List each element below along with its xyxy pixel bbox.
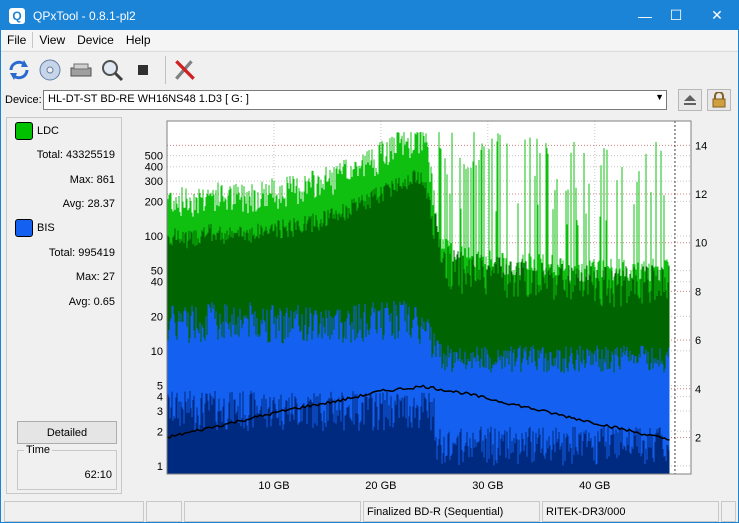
status-cell-2 <box>146 501 182 522</box>
ldc-max-label: Max: <box>69 174 94 186</box>
menu-file[interactable]: File <box>1 33 32 47</box>
y-left-tick-label: 2 <box>157 426 163 438</box>
menu-device[interactable]: Device <box>71 33 120 47</box>
y-left-tick-label: 5 <box>157 381 163 393</box>
disc-icon <box>39 59 61 80</box>
device-select[interactable]: HL-DT-ST BD-RE WH16NS48 1.D3 [ G: ] ▼ <box>43 90 667 110</box>
window-title: QPxTool - 0.8.1-pl2 <box>33 8 136 23</box>
x-tick-label: 40 GB <box>579 480 610 492</box>
y-left-tick-label: 500 <box>145 151 163 163</box>
ldc-label: LDC <box>37 125 60 137</box>
scan-button[interactable] <box>98 56 126 84</box>
device-bar: Device: HL-DT-ST BD-RE WH16NS48 1.D3 [ G… <box>1 88 738 114</box>
chevron-down-icon: ▼ <box>655 92 664 102</box>
time-group: Time 62:10 <box>17 444 117 490</box>
eject-icon <box>684 95 696 105</box>
y-left-tick-label: 4 <box>157 392 163 404</box>
ldc-max-value: 861 <box>96 174 115 186</box>
stats-panel: LDC Total: 43325519 Max: 861 Avg: 28.37 … <box>6 117 122 494</box>
ldc-avg: Avg: 28.37 <box>63 198 115 210</box>
legend-bis: BIS <box>15 219 55 237</box>
y-right-tick-label: 6 <box>695 335 701 347</box>
bis-avg-value: 0.65 <box>93 296 115 308</box>
toolbar-separator <box>165 55 166 84</box>
menu-help[interactable]: Help <box>120 33 157 47</box>
title-bar: Q QPxTool - 0.8.1-pl2 — ☐ ✕ <box>1 1 738 30</box>
refresh-icon <box>9 59 29 80</box>
chart-area: 1 2 3 4 5 10 20 40 50 100 200 300 400 500 2 4 6 8 10 12 14 10… <box>125 117 735 494</box>
app-window: Q QPxTool - 0.8.1-pl2 — ☐ ✕ File View De… <box>0 0 739 523</box>
y-right-tick-label: 8 <box>695 286 701 298</box>
ldc-max: Max: 861 <box>70 174 115 186</box>
eject-button[interactable] <box>678 89 702 111</box>
close-button[interactable]: ✕ <box>694 1 739 30</box>
bis-max-label: Max: <box>75 271 100 283</box>
y-left-tick-label: 400 <box>145 162 163 174</box>
y-left-tick-label: 3 <box>157 406 163 418</box>
y-right-tick-label: 14 <box>695 140 707 152</box>
status-cell-blank <box>184 501 361 522</box>
size-grip[interactable] <box>721 501 736 522</box>
y-right-tick-label: 10 <box>695 238 707 250</box>
ldc-bis-chart: 1234510204050100200300400500246810121410… <box>145 120 707 492</box>
time-value: 62:10 <box>84 469 112 481</box>
bis-avg-label: Avg: <box>68 296 91 308</box>
y-right-tick-label: 2 <box>695 432 701 444</box>
tools-icon <box>175 59 195 80</box>
bis-avg: Avg: 0.65 <box>69 296 115 308</box>
disc-info-button[interactable] <box>36 56 64 84</box>
bis-total-label: Total: <box>48 247 76 259</box>
ldc-avg-value: 28.37 <box>87 198 115 210</box>
y-left-tick-label: 1 <box>157 461 163 473</box>
detailed-button[interactable]: Detailed <box>17 421 117 444</box>
magnifier-icon <box>102 59 124 81</box>
bis-total-value: 995419 <box>78 247 115 259</box>
ldc-color-swatch <box>15 122 33 140</box>
status-disc-type: Finalized BD-R (Sequential) <box>363 501 540 522</box>
bis-label: BIS <box>37 222 55 234</box>
status-cell-1 <box>4 501 144 522</box>
settings-button[interactable] <box>171 56 199 84</box>
time-label: Time <box>24 444 53 456</box>
legend-ldc: LDC <box>15 122 59 140</box>
status-media-id: RITEK-DR3/000 <box>542 501 719 522</box>
device-info-button[interactable] <box>67 56 95 84</box>
bis-max-value: 27 <box>102 271 115 283</box>
y-left-tick-label: 100 <box>145 231 163 243</box>
ldc-avg-label: Avg: <box>62 198 85 210</box>
x-tick-label: 30 GB <box>472 480 503 492</box>
y-left-tick-label: 40 <box>151 277 163 289</box>
bis-total: Total: 995419 <box>49 247 115 259</box>
device-label: Device: <box>5 94 42 106</box>
x-tick-label: 20 GB <box>365 480 396 492</box>
qpxtool-app-icon: Q <box>9 7 25 24</box>
stop-button[interactable] <box>129 56 157 84</box>
stop-icon <box>138 64 148 75</box>
lock-button[interactable] <box>707 89 731 111</box>
y-left-tick-label: 50 <box>151 266 163 278</box>
maximize-button[interactable]: ☐ <box>653 1 699 30</box>
bis-color-swatch <box>15 219 33 237</box>
ldc-total-label: Total: <box>36 149 63 161</box>
y-right-tick-label: 12 <box>695 189 707 201</box>
refresh-button[interactable] <box>5 56 33 84</box>
y-right-tick-label: 4 <box>695 384 701 396</box>
y-left-tick-label: 20 <box>151 311 163 323</box>
y-left-tick-label: 10 <box>151 346 163 358</box>
menu-view[interactable]: View <box>33 33 71 47</box>
drive-icon <box>70 63 92 76</box>
menu-bar: File View Device Help <box>1 30 738 50</box>
lock-icon <box>712 92 726 108</box>
status-bar: Finalized BD-R (Sequential) RITEK-DR3/00… <box>1 499 738 522</box>
y-left-tick-label: 300 <box>145 176 163 188</box>
y-left-tick-label: 200 <box>145 196 163 208</box>
toolbar <box>1 51 738 87</box>
x-tick-label: 10 GB <box>258 480 289 492</box>
ldc-total-value: 43325519 <box>66 149 115 161</box>
bis-max: Max: 27 <box>76 271 115 283</box>
ldc-total: Total: 43325519 <box>37 149 115 161</box>
device-selected-value: HL-DT-ST BD-RE WH16NS48 1.D3 [ G: ] <box>48 93 249 105</box>
